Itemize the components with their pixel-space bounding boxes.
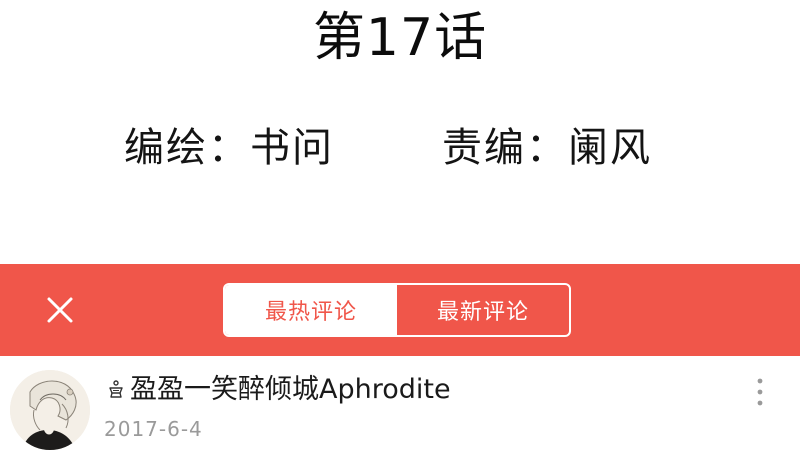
crown-icon xyxy=(104,378,128,402)
close-button[interactable] xyxy=(40,290,80,330)
avatar-illustration xyxy=(10,370,90,450)
tab-latest-comments[interactable]: 最新评论 xyxy=(397,285,569,335)
avatar[interactable] xyxy=(10,370,90,450)
chapter-title: 第17话 xyxy=(312,8,488,68)
credits: 编绘：书问 责编：阑风 xyxy=(0,120,800,176)
comment-user-row: 盈盈一笑醉倾城Aphrodite xyxy=(104,370,451,410)
comment-header-bar: 最热评论 最新评论 xyxy=(0,264,800,356)
comment-item: 盈盈一笑醉倾城Aphrodite 2017-6-4 xyxy=(0,356,800,450)
comment-date: 2017-6-4 xyxy=(104,417,203,441)
comic-page: 第17话 编绘：书问 责编：阑风 最热评论 最新评论 盈盈一笑醉倾城Aphrod… xyxy=(0,0,800,450)
editor-credit: 责编：阑风 xyxy=(442,125,652,171)
more-vertical-icon xyxy=(757,378,763,406)
comment-username[interactable]: 盈盈一笑醉倾城Aphrodite xyxy=(130,370,451,410)
tab-hot-comments[interactable]: 最热评论 xyxy=(225,285,397,335)
author-credit: 编绘：书问 xyxy=(124,125,334,171)
more-options-button[interactable] xyxy=(748,374,772,410)
close-icon xyxy=(47,297,73,323)
comment-tabs: 最热评论 最新评论 xyxy=(223,283,571,337)
